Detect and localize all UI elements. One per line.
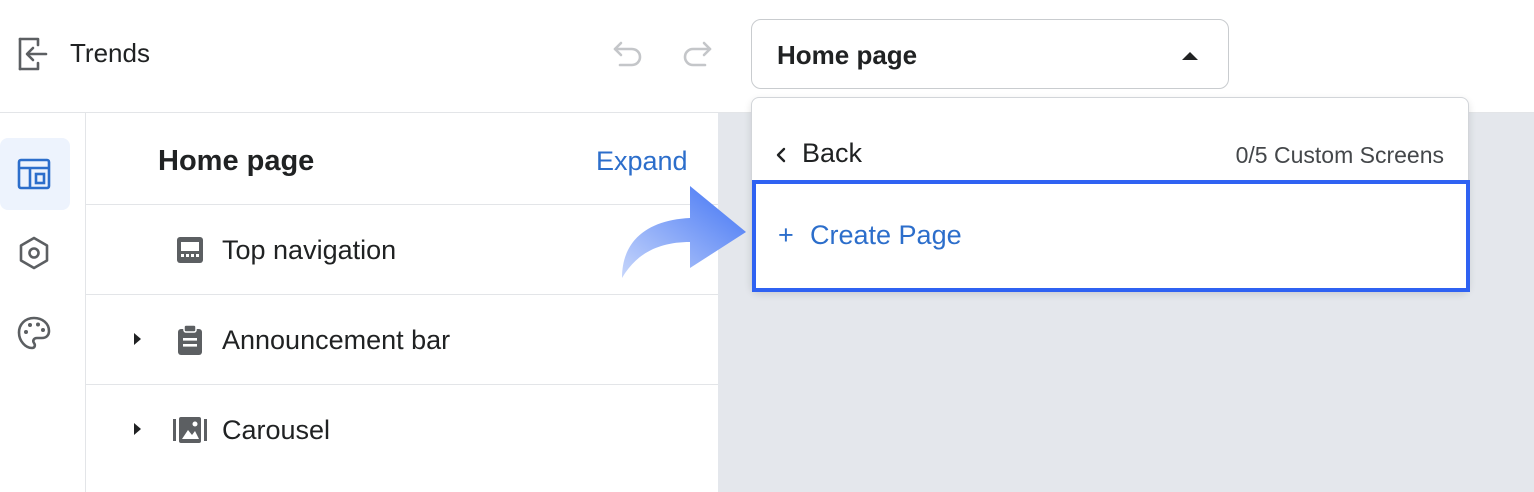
image-gallery-icon <box>173 417 207 443</box>
redo-icon[interactable] <box>680 38 714 72</box>
palette-icon <box>17 316 51 350</box>
pointer-arrow-icon <box>622 186 746 278</box>
exit-icon[interactable] <box>16 36 50 72</box>
create-page-button[interactable]: + Create Page <box>752 180 1470 292</box>
panel-title: Home page <box>158 145 315 177</box>
plus-icon: + <box>778 220 794 250</box>
caret-up-icon <box>1182 52 1198 60</box>
section-label: Top navigation <box>222 235 397 265</box>
rail-item-theme[interactable] <box>0 297 70 369</box>
sections-panel: Home page Expand Top navigation Announce… <box>86 113 718 492</box>
app-title: Trends <box>70 38 150 68</box>
gear-icon <box>19 236 49 270</box>
expand-chevron-icon[interactable] <box>134 423 141 435</box>
navigation-bar-icon <box>177 237 203 263</box>
page-select[interactable]: Home page <box>751 19 1229 89</box>
section-label: Announcement bar <box>222 325 451 355</box>
left-rail <box>0 113 86 492</box>
expand-link[interactable]: Expand <box>596 146 688 177</box>
undo-icon[interactable] <box>611 38 645 72</box>
chevron-left-icon <box>776 147 786 163</box>
rail-item-settings[interactable] <box>0 217 70 289</box>
create-page-label: Create Page <box>810 220 962 250</box>
section-label: Carousel <box>222 415 331 445</box>
section-row-announcement-bar[interactable]: Announcement bar <box>86 295 718 385</box>
rail-item-layout[interactable] <box>0 138 70 210</box>
section-row-carousel[interactable]: Carousel <box>86 385 718 475</box>
expand-chevron-icon[interactable] <box>134 333 141 345</box>
custom-screens-count: 0/5 Custom Screens <box>1235 142 1444 168</box>
layout-icon <box>17 158 51 190</box>
clipboard-icon <box>178 324 202 355</box>
page-select-value: Home page <box>777 40 918 70</box>
page-dropdown-menu: Back 0/5 Custom Screens + Create Page <box>751 97 1470 292</box>
back-label: Back <box>802 138 863 168</box>
